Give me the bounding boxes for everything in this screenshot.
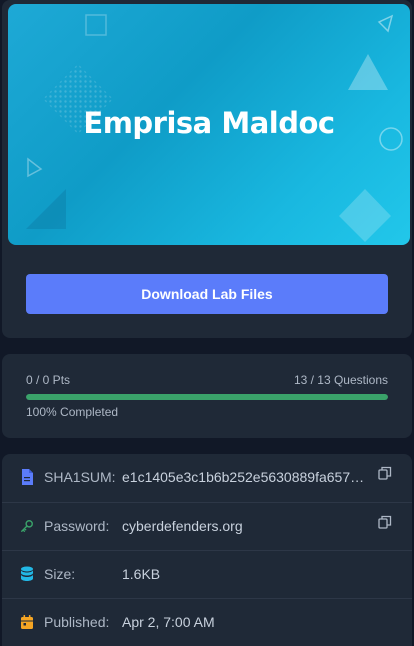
lab-details-panel: Emprisa Maldoc Download Lab Files 0 / 0 … [0,0,414,646]
size-row: Size: 1.6KB [2,550,412,598]
published-value: Apr 2, 7:00 AM [122,614,215,630]
sha1sum-row: SHA1SUM: e1c1405e3c1b6b252e5630889fa657… [2,454,412,502]
progress-bar-fill [26,394,388,400]
lab-banner-card: Emprisa Maldoc Download Lab Files [2,0,412,338]
size-value: 1.6KB [122,566,161,582]
sha1sum-value: e1c1405e3c1b6b252e5630889fa657… [122,469,365,485]
sha1sum-label: SHA1SUM: [44,469,116,485]
calendar-icon [21,615,33,629]
points-text: 0 / 0 Pts [26,373,71,387]
published-row: Published: Apr 2, 7:00 AM [2,598,412,646]
questions-count: 13 / 13 Questions [293,373,388,387]
copy-sha1-icon[interactable] [378,466,392,480]
progress-bar [26,394,388,400]
database-icon [21,566,33,581]
file-icon [22,469,33,485]
size-label: Size: [44,566,76,582]
published-label: Published: [44,614,110,630]
progress-card: 0 / 0 Pts 13 / 13 Questions 100% Complet… [2,354,412,438]
lab-info-card: SHA1SUM: e1c1405e3c1b6b252e5630889fa657…… [2,454,412,646]
lab-banner-image: Emprisa Maldoc [8,4,410,245]
password-label: Password: [44,518,110,534]
lab-title: Emprisa Maldoc [83,106,335,140]
key-icon [21,520,33,532]
download-lab-files-button[interactable]: Download Lab Files [26,274,388,314]
password-row: Password: cyberdefenders.org [2,502,412,550]
password-value: cyberdefenders.org [122,518,243,534]
copy-password-icon[interactable] [378,515,392,529]
completion-text: 100% Completed [26,405,119,419]
